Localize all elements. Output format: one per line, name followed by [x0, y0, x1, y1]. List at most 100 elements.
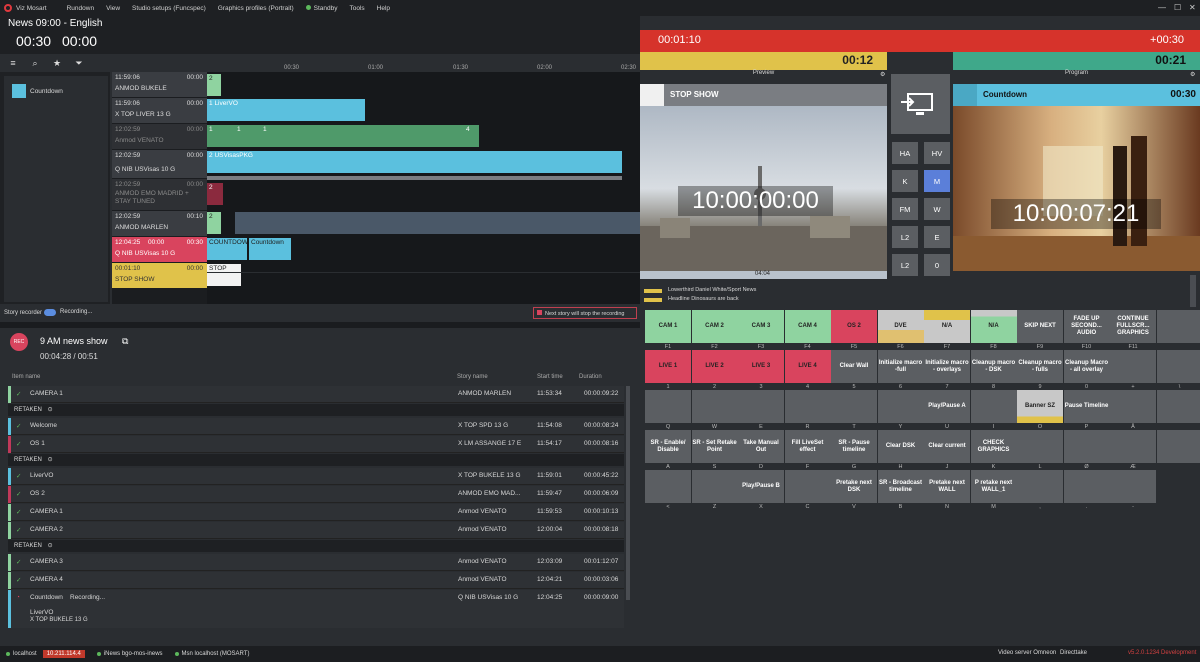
macro-button[interactable] [784, 390, 831, 423]
macro-button[interactable] [1017, 470, 1063, 503]
macro-button[interactable]: LIVE 1 [645, 350, 691, 383]
retaken-row[interactable]: RETAKEN ⊙ [8, 404, 624, 416]
macro-button[interactable]: SR - Enable/ Disable [645, 430, 691, 463]
timeline-row-label[interactable]: 12:02:59 00:00 Q NIB USVisas 10 G [112, 150, 207, 178]
macro-button[interactable]: Clear DSK [877, 430, 924, 463]
lowerthird-item[interactable]: Lowerthird Daniel White/Sport News [668, 287, 756, 293]
side-button-m[interactable]: M [924, 170, 950, 192]
macro-button[interactable]: Pretake next DSK [831, 470, 877, 503]
side-button-l2b[interactable]: L2 [892, 254, 918, 276]
timeline-block[interactable]: 2 [207, 212, 221, 234]
col-story-name[interactable]: Story name [457, 374, 488, 380]
macro-button[interactable]: CAM 4 [784, 310, 831, 343]
maximize-icon[interactable]: ☐ [1174, 3, 1181, 12]
col-start-time[interactable]: Start time [537, 374, 563, 380]
retake-icon[interactable]: ⊙ [48, 457, 53, 463]
menu-standby[interactable]: Standby [305, 5, 337, 12]
side-button-hv[interactable]: HV [924, 142, 950, 164]
macro-button[interactable]: Initialize macro - overlays [924, 350, 970, 383]
macro-button[interactable] [645, 470, 691, 503]
timeline-block[interactable]: 2 [207, 74, 221, 96]
timeline-block[interactable]: 1 1 1 4 [207, 125, 479, 147]
side-button-w[interactable]: W [924, 198, 950, 220]
menu-view[interactable]: View [106, 5, 120, 12]
macro-button[interactable]: P retake next WALL_1 [970, 470, 1017, 503]
timeline-block[interactable]: STOP [207, 264, 241, 286]
preview-settings-icon[interactable]: ⚙ [880, 71, 885, 78]
take-button[interactable] [891, 74, 950, 134]
macro-button[interactable]: LIVE 2 [691, 350, 738, 383]
retaken-row[interactable]: RETAKEN ⊙ [8, 540, 624, 552]
preview-scrubber[interactable]: 04:04 [640, 271, 887, 279]
macro-button[interactable] [1063, 470, 1110, 503]
macro-button[interactable] [831, 390, 877, 423]
macro-button[interactable]: Initialize macro -full [877, 350, 924, 383]
macro-button[interactable]: DVE [877, 310, 924, 343]
macro-button[interactable] [1063, 430, 1110, 463]
side-button-ha[interactable]: HA [892, 142, 918, 164]
macro-button[interactable]: CHECK GRAPHICS [970, 430, 1017, 463]
table-row[interactable]: ✓ OS 1 X LM ASSANGE 17 E 11:54:17 00:00:08:1… [8, 436, 624, 453]
timeline-area[interactable]: 2 1 LiverVO 1 1 1 4 2 USVisasPKG 2 2 COUNTD… [207, 72, 640, 304]
timeline-block[interactable]: 1 LiverVO [207, 99, 365, 121]
macro-button[interactable]: SR - Broadcast timeline [877, 470, 924, 503]
close-icon[interactable]: ✕ [1189, 3, 1196, 12]
macro-button[interactable]: Banner SZ [1017, 390, 1063, 423]
story-item[interactable]: Countdown [30, 88, 63, 95]
scrollbar[interactable] [626, 386, 630, 600]
macro-button[interactable]: Cleanup macro - fulls [1017, 350, 1063, 383]
macro-button[interactable]: N/A [970, 310, 1017, 343]
macro-button[interactable]: Take Manual Out [738, 430, 784, 463]
timeline-row-label[interactable]: 00:01:10 00:00 STOP SHOW [112, 263, 207, 288]
macro-button[interactable] [970, 390, 1017, 423]
macro-button[interactable]: CAM 2 [691, 310, 738, 343]
timeline-block[interactable]: Countdown [249, 238, 291, 260]
macro-button[interactable]: CONTINUE FULLSCR... GRAPHICS [1110, 310, 1156, 343]
macro-button[interactable]: N/A [924, 310, 970, 343]
timeline-row-label[interactable]: 12:04:25 00:00 00:30 Q NIB USVisas 10 G [112, 237, 207, 262]
macro-button[interactable] [1110, 470, 1156, 503]
side-button-fm[interactable]: FM [892, 198, 918, 220]
macro-button[interactable]: Fill LiveSet effect [784, 430, 831, 463]
col-item-name[interactable]: Item name [12, 374, 40, 380]
table-row[interactable]: ✓ OS 2 ANMOD EMO MAD... 11:59:47 00:00:06:09 [8, 486, 624, 503]
headline-item[interactable]: Headline Dinosaurs are back [668, 296, 739, 302]
menu-rundown[interactable]: Rundown [67, 5, 94, 12]
menu-help[interactable]: Help [377, 5, 390, 12]
timeline-block[interactable]: 2 USVisasPKG [207, 151, 622, 173]
timeline-block[interactable]: COUNTDOWN [207, 238, 247, 260]
macro-button[interactable] [691, 470, 738, 503]
minimize-icon[interactable]: — [1158, 3, 1166, 12]
menu-studio-setups[interactable]: Studio setups (Funcspec) [132, 5, 206, 12]
menu-tools[interactable]: Tools [349, 5, 364, 12]
macro-button[interactable]: LIVE 4 [784, 350, 831, 383]
macro-button[interactable] [645, 390, 691, 423]
macro-button[interactable] [1110, 350, 1156, 383]
macro-button[interactable] [1017, 430, 1063, 463]
macro-button[interactable]: FADE UP SECOND... AUDIO [1063, 310, 1110, 343]
retake-icon[interactable]: ⊙ [48, 543, 53, 549]
retake-icon[interactable]: ⊙ [48, 407, 53, 413]
macro-button[interactable]: Pause Timeline [1063, 390, 1110, 423]
macro-button[interactable] [1110, 430, 1156, 463]
macro-button[interactable]: SKIP NEXT [1017, 310, 1063, 343]
macro-button[interactable] [691, 390, 738, 423]
table-row[interactable]: ✓ CAMERA 2 Anmod VENATO 12:00:04 00:00:08:18 [8, 522, 624, 539]
external-link-icon[interactable]: ⧉ [122, 336, 128, 347]
table-row[interactable]: ✓ CAMERA 3 Anmod VENATO 12:03:09 00:01:12:07 [8, 554, 624, 571]
story-recorder-toggle[interactable] [44, 309, 56, 316]
side-button-e[interactable]: E [924, 226, 950, 248]
timeline-block[interactable]: 2 [207, 183, 223, 205]
retaken-row[interactable]: RETAKEN ⊙ [8, 454, 624, 466]
timeline-row-label[interactable]: 12:02:59 00:00 ANMOD EMO MADRID + STAY TUN… [112, 179, 207, 210]
side-button-l2[interactable]: L2 [892, 226, 918, 248]
macro-button[interactable]: Play/Pause A [924, 390, 970, 423]
table-row[interactable]: ✓ Welcome X TOP SPD 13 G 11:54:08 00:00:08:2… [8, 418, 624, 435]
table-row[interactable]: ✓ CAMERA 4 Anmod VENATO 12:04:21 00:00:03:06 [8, 572, 624, 589]
timeline-row-label[interactable]: 11:59:06 00:00 X TOP LIVER 13 G [112, 98, 207, 123]
macro-button[interactable]: Clear Wall [831, 350, 877, 383]
side-button-0[interactable]: 0 [924, 254, 950, 276]
table-row[interactable]: ✓ LiverVO X TOP BUKELE 13 G 11:59:01 00:00:4… [8, 468, 624, 485]
macro-button[interactable] [1156, 310, 1200, 343]
macro-button[interactable]: SR - Pause timeline [831, 430, 877, 463]
